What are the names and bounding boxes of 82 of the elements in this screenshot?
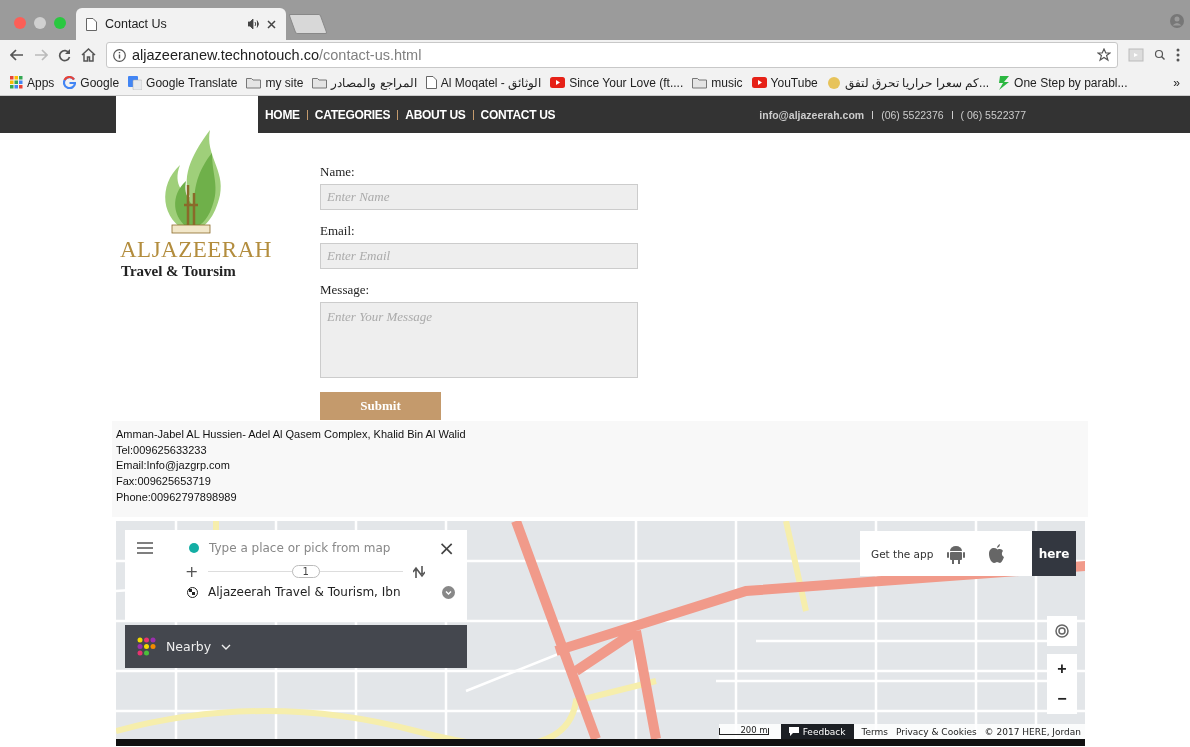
page-icon xyxy=(425,76,437,89)
reload-icon[interactable] xyxy=(58,48,71,62)
menu-icon[interactable] xyxy=(1176,48,1180,62)
input-field[interactable]: Enter Email xyxy=(320,243,638,269)
contact-phone: (06) 5522376 xyxy=(881,108,944,121)
bookmark-link[interactable]: Google xyxy=(80,75,120,90)
speaker-icon[interactable] xyxy=(248,19,259,29)
address-line: Email:Info@jazgrp.com xyxy=(116,458,231,474)
contact-email: info@aljazeerah.com xyxy=(759,108,865,121)
nav-link[interactable]: HOME xyxy=(265,107,300,122)
play-icon xyxy=(751,77,767,88)
home-icon[interactable] xyxy=(81,48,96,62)
folder-icon xyxy=(246,76,262,89)
close-icon[interactable] xyxy=(267,19,276,29)
here-logo: here xyxy=(1032,531,1076,576)
star-icon[interactable] xyxy=(1097,48,1111,62)
nav-link[interactable]: ABOUT US xyxy=(405,107,466,122)
logo-tagline: Travel & Toursim xyxy=(121,263,236,280)
checkered-flag-icon xyxy=(187,586,198,598)
translate-icon xyxy=(128,75,143,90)
search-icon[interactable] xyxy=(1154,49,1166,61)
swap-arrows-icon[interactable] xyxy=(413,565,425,578)
back-icon[interactable] xyxy=(10,49,24,61)
message-field[interactable]: Enter Your Message xyxy=(320,302,638,378)
bookmark-link[interactable]: Google Translate xyxy=(146,75,238,90)
menu-icon[interactable] xyxy=(137,542,153,554)
target-icon xyxy=(1055,624,1069,638)
bookmark-link[interactable]: music xyxy=(711,75,743,90)
colored-dots-icon xyxy=(137,637,156,656)
page-icon xyxy=(86,17,97,31)
folder-icon xyxy=(312,76,328,89)
destination-text[interactable]: Aljazeerah Travel & Tourism, Ibn xyxy=(208,585,432,599)
speech-bubble-icon xyxy=(788,727,799,736)
attribution-link[interactable]: Privacy & Cookies xyxy=(896,726,977,737)
address-line: Phone:00962797898989 xyxy=(116,489,238,505)
field-label: Name: xyxy=(320,164,356,180)
emblem-icon xyxy=(826,75,841,90)
url-text: aljazeeranew.technotouch.co/contact-us.html xyxy=(132,47,422,63)
address-line: Amman-Jabel AL Hussien- Adel Al Qasem Complex, Khalid Bin Al Walid xyxy=(116,427,467,442)
bookmark-link[interactable]: Since Your Love (ft.... xyxy=(569,75,684,90)
bookmark-link[interactable]: One Step by parabl... xyxy=(1014,75,1128,90)
browser-tab[interactable]: Contact Us xyxy=(76,8,286,40)
chevron-down-icon xyxy=(221,643,232,650)
nearby-bar[interactable]: Nearby xyxy=(125,625,467,668)
input-field[interactable]: Enter Name xyxy=(320,184,638,210)
add-stop-button[interactable]: + xyxy=(185,562,199,581)
nav-link[interactable]: CATEGORIES xyxy=(314,107,391,122)
address-bar[interactable]: aljazeeranew.technotouch.co/contact-us.html xyxy=(106,42,1118,68)
play-icon xyxy=(550,77,566,88)
stop-count: 1 xyxy=(291,565,320,578)
field-label: Message: xyxy=(320,282,371,298)
contact-phone: ( 06) 5522377 xyxy=(960,108,1026,121)
nearby-label: Nearby xyxy=(166,639,212,654)
info-icon[interactable] xyxy=(113,48,126,62)
google-g-icon xyxy=(63,76,77,89)
more-bookmarks-button[interactable]: » xyxy=(1173,75,1180,90)
dot-icon xyxy=(189,543,199,553)
bookmark-link[interactable]: كم سعرا حراريا تحرق لتفق... xyxy=(844,75,990,90)
feedback-button[interactable]: Feedback xyxy=(780,724,854,739)
get-app-label: Get the app xyxy=(870,547,935,560)
android-icon[interactable] xyxy=(947,543,966,564)
bookmark-link[interactable]: Apps xyxy=(27,75,55,90)
apple-icon[interactable] xyxy=(989,544,1006,563)
bookmark-link[interactable]: المراجع والمصادر xyxy=(331,75,417,90)
locate-button[interactable] xyxy=(1047,616,1077,646)
field-label: Email: xyxy=(320,223,356,239)
logo-wordmark: ALJAZEERAH xyxy=(120,237,272,263)
nav-link[interactable]: CONTACT US xyxy=(480,107,556,122)
tab-title: Contact Us xyxy=(105,17,168,31)
bookmark-link[interactable]: my site xyxy=(265,75,304,90)
place-search-field[interactable]: Type a place or pick from map xyxy=(209,541,429,555)
attribution-link[interactable]: Terms xyxy=(861,726,889,737)
address-line: Tel:009625633233 xyxy=(116,442,208,458)
bookmark-link[interactable]: YouTube xyxy=(770,75,818,90)
attribution-link[interactable]: © 2017 HERE, Jordan xyxy=(984,726,1081,737)
scale-bar: 200 m xyxy=(718,728,769,735)
address-line: Fax:009625653719 xyxy=(116,474,212,489)
apps-grid-icon xyxy=(10,76,23,89)
chevron-down-icon[interactable] xyxy=(442,585,455,599)
bookmark-link[interactable]: Al Moqatel - الوثائق xyxy=(440,75,542,90)
close-button[interactable]: × xyxy=(438,538,455,558)
folder-icon xyxy=(692,76,708,89)
